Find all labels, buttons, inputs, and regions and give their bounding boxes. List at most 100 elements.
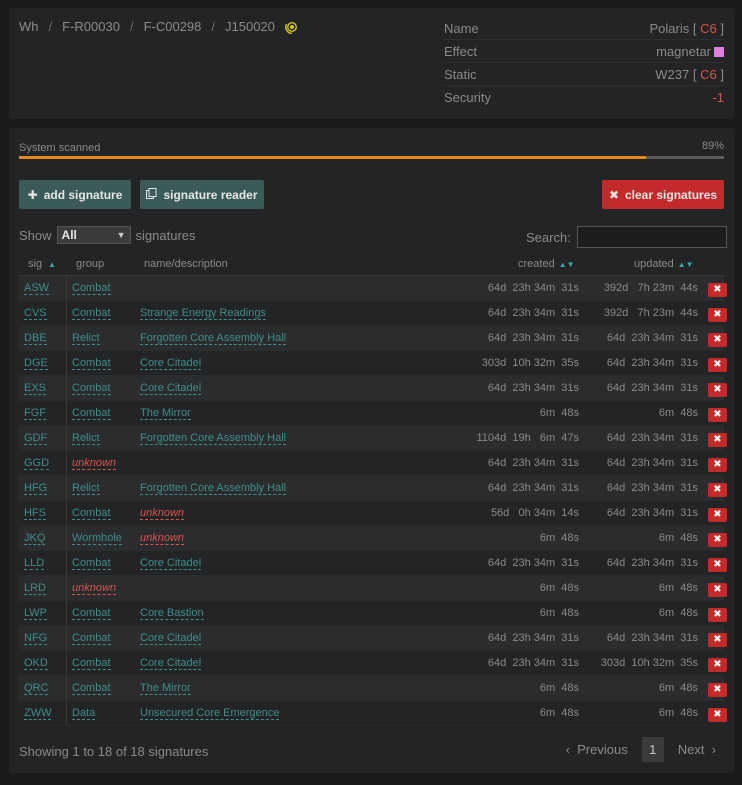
sig-name[interactable]: Core Citadel — [140, 632, 202, 645]
page-1-button[interactable]: 1 — [641, 737, 664, 762]
sig-created: 64d 23h 34m 31s — [487, 307, 579, 319]
sig-name[interactable]: Core Citadel — [140, 557, 202, 570]
sig-name[interactable]: Forgotten Core Assembly Hall — [140, 432, 287, 445]
signature-reader-button[interactable]: signature reader — [140, 180, 264, 209]
sig-id[interactable]: DBE — [24, 332, 47, 345]
sig-group[interactable]: Wormhole — [72, 532, 122, 545]
delete-signature-button[interactable]: ✖ — [708, 307, 727, 322]
sig-name[interactable]: Core Bastion — [140, 607, 204, 620]
delete-signature-button[interactable]: ✖ — [708, 432, 727, 447]
delete-signature-button[interactable]: ✖ — [708, 557, 727, 572]
header-group[interactable]: group — [76, 258, 104, 270]
sig-id[interactable]: HFS — [24, 507, 46, 520]
sig-created-cell: 6m 48s — [439, 576, 579, 600]
sig-name[interactable]: Strange Energy Readings — [140, 307, 266, 320]
header-updated[interactable]: updated ▲▼ — [634, 258, 694, 270]
delete-signature-button[interactable]: ✖ — [708, 632, 727, 647]
sig-id[interactable]: LRD — [24, 582, 47, 595]
sig-id[interactable]: LLD — [24, 557, 45, 570]
close-icon: ✖ — [608, 187, 619, 202]
sig-group[interactable]: Combat — [72, 382, 111, 395]
sig-id[interactable]: FGF — [24, 407, 46, 420]
signal-icon[interactable] — [284, 20, 299, 34]
sig-id[interactable]: ZWW — [24, 707, 52, 720]
sig-updated: 64d 23h 34m 31s — [606, 432, 698, 444]
delete-signature-button[interactable]: ✖ — [708, 332, 727, 347]
delete-signature-button[interactable]: ✖ — [708, 482, 727, 497]
breadcrumb-item-system: J150020 — [225, 19, 275, 34]
sig-created: 6m 48s — [539, 682, 579, 694]
sig-group[interactable]: Combat — [72, 282, 111, 295]
delete-signature-button[interactable]: ✖ — [708, 407, 727, 422]
sig-id[interactable]: ASW — [24, 282, 50, 295]
header-sig[interactable]: sig ▲ — [28, 258, 56, 270]
sig-group[interactable]: unknown — [72, 457, 117, 470]
sig-group[interactable]: Combat — [72, 632, 111, 645]
sig-id[interactable]: DGE — [24, 357, 48, 370]
sig-group[interactable]: Relict — [72, 432, 100, 445]
delete-signature-button[interactable]: ✖ — [708, 282, 727, 297]
breadcrumb-item-constellation[interactable]: F-C00298 — [144, 19, 202, 34]
sig-group[interactable]: Combat — [72, 357, 111, 370]
previous-button[interactable]: ‹ Previous — [558, 742, 636, 757]
sig-id[interactable]: CVS — [24, 307, 47, 320]
sig-group[interactable]: Combat — [72, 507, 111, 520]
sig-id[interactable]: LWP — [24, 607, 48, 620]
sig-name[interactable]: The Mirror — [140, 682, 191, 695]
sig-group[interactable]: Relict — [72, 332, 100, 345]
delete-signature-button[interactable]: ✖ — [708, 682, 727, 697]
add-signature-button[interactable]: ✚ add signature — [19, 180, 131, 209]
delete-signature-button[interactable]: ✖ — [708, 607, 727, 622]
breadcrumb-item-wh[interactable]: Wh — [19, 19, 39, 34]
sig-id-cell: HFG — [19, 476, 67, 500]
next-button[interactable]: Next › — [670, 742, 724, 757]
table-row: LRD unknown 6m 48s 6m 48s ✖ — [19, 576, 727, 601]
breadcrumb-item-region[interactable]: F-R00030 — [62, 19, 120, 34]
delete-signature-button[interactable]: ✖ — [708, 457, 727, 472]
delete-signature-button[interactable]: ✖ — [708, 582, 727, 597]
delete-signature-button[interactable]: ✖ — [708, 507, 727, 522]
security-value: -1 — [712, 90, 724, 105]
delete-signature-button[interactable]: ✖ — [708, 532, 727, 547]
sig-name[interactable]: unknown — [140, 507, 185, 520]
clear-signatures-button[interactable]: ✖ clear signatures — [602, 180, 724, 209]
sig-id[interactable]: HFG — [24, 482, 48, 495]
sig-name[interactable]: Core Citadel — [140, 382, 202, 395]
sig-id[interactable]: JKQ — [24, 532, 46, 545]
delete-signature-button[interactable]: ✖ — [708, 657, 727, 672]
sig-name[interactable]: Core Citadel — [140, 357, 202, 370]
breadcrumb-separator: / — [48, 19, 53, 34]
sig-group[interactable]: Combat — [72, 407, 111, 420]
sig-name[interactable]: Core Citadel — [140, 657, 202, 670]
sig-updated-cell: 64d 23h 34m 31s — [579, 501, 698, 525]
search-input[interactable] — [576, 226, 727, 248]
sig-name[interactable]: Forgotten Core Assembly Hall — [140, 332, 287, 345]
sig-name[interactable]: Unsecured Core Emergence — [140, 707, 280, 720]
sig-group[interactable]: Combat — [72, 657, 111, 670]
sig-name[interactable]: The Mirror — [140, 407, 191, 420]
sig-group[interactable]: Relict — [72, 482, 100, 495]
sig-group[interactable]: Combat — [72, 307, 111, 320]
delete-signature-button[interactable]: ✖ — [708, 357, 727, 372]
sig-group[interactable]: Combat — [72, 557, 111, 570]
delete-signature-button[interactable]: ✖ — [708, 382, 727, 397]
sig-group[interactable]: Combat — [72, 682, 111, 695]
sig-name[interactable]: unknown — [140, 532, 185, 545]
show-select[interactable]: All ▼ — [56, 226, 131, 244]
sig-id[interactable]: NFG — [24, 632, 48, 645]
sig-id[interactable]: OKD — [24, 657, 48, 670]
sig-id[interactable]: EXS — [24, 382, 47, 395]
sig-group[interactable]: Data — [72, 707, 96, 720]
sig-id[interactable]: QRC — [24, 682, 49, 695]
bracket-open: [ — [692, 20, 697, 36]
header-created[interactable]: created ▲▼ — [518, 258, 575, 270]
sig-name[interactable]: Forgotten Core Assembly Hall — [140, 482, 287, 495]
header-name[interactable]: name/description — [144, 258, 228, 270]
sig-group[interactable]: Combat — [72, 607, 111, 620]
delete-signature-button[interactable]: ✖ — [708, 707, 727, 722]
sig-id[interactable]: GDF — [24, 432, 48, 445]
sig-id[interactable]: GGD — [24, 457, 50, 470]
sort-icon: ▲▼ — [558, 259, 575, 269]
sig-group[interactable]: unknown — [72, 582, 117, 595]
sig-updated-cell: 64d 23h 34m 31s — [579, 351, 698, 375]
